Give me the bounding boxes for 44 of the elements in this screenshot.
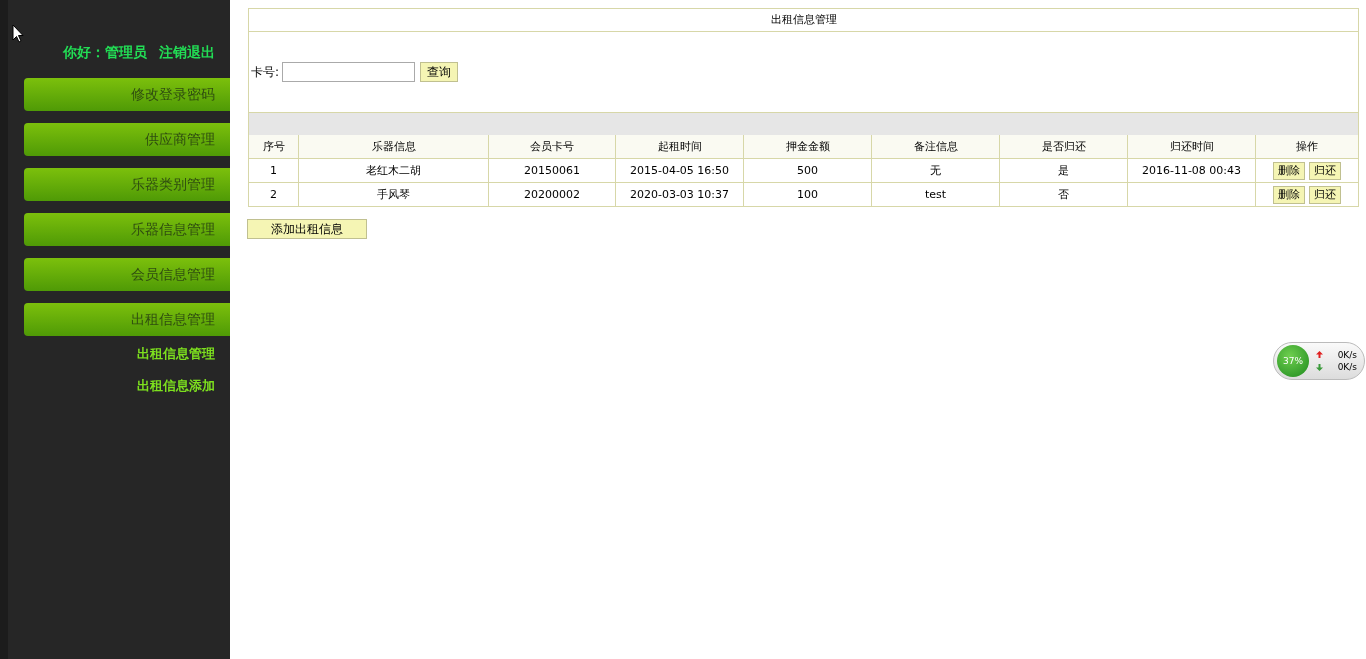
add-button[interactable]: 添加出租信息 — [247, 219, 367, 239]
logout-link[interactable]: 注销退出 — [159, 44, 215, 62]
submenu-link[interactable]: 出租信息管理 — [137, 345, 215, 363]
column-header: 备注信息 — [871, 135, 1000, 159]
table-cell: 500 — [743, 158, 872, 183]
menu-button[interactable]: 供应商管理 — [24, 123, 230, 156]
pointer-icon — [12, 24, 24, 43]
column-header: 乐器信息 — [298, 135, 489, 159]
menu-button[interactable]: 乐器类别管理 — [24, 168, 230, 201]
column-header: 起租时间 — [615, 135, 744, 159]
greeting-text: 你好：管理员 — [63, 44, 147, 62]
submenu-link[interactable]: 出租信息添加 — [137, 377, 215, 395]
download-speed: 0K/s — [1337, 362, 1357, 372]
action-button[interactable]: 删除 — [1273, 185, 1305, 204]
table-cell: 2 — [249, 182, 299, 206]
table-cell: 老红木二胡 — [298, 158, 489, 183]
table-cell: 是 — [999, 158, 1128, 183]
menu-button[interactable]: 乐器信息管理 — [24, 213, 230, 246]
search-button[interactable]: 查询 — [420, 62, 459, 82]
column-header: 操作 — [1255, 135, 1358, 159]
upload-speed: 0K/s — [1337, 350, 1357, 360]
table-cell: 20150061 — [488, 158, 616, 183]
column-header: 序号 — [249, 135, 299, 159]
table-cell: 2015-04-05 16:50 — [615, 158, 744, 183]
action-button[interactable]: 归还 — [1309, 161, 1341, 180]
column-header: 归还时间 — [1127, 135, 1256, 159]
column-header: 押金金额 — [743, 135, 872, 159]
table-cell: 1 — [249, 158, 299, 183]
column-header: 是否归还 — [999, 135, 1128, 159]
action-button[interactable]: 归还 — [1309, 185, 1341, 204]
download-arrow-icon — [1316, 364, 1323, 371]
table-cell: 无 — [871, 158, 1000, 183]
network-speed-widget[interactable]: 37% 0K/s 0K/s — [1273, 342, 1365, 380]
card-number-field[interactable] — [282, 62, 416, 82]
action-button[interactable]: 删除 — [1273, 161, 1305, 180]
menu-button[interactable]: 修改登录密码 — [24, 78, 230, 111]
table-cell: 2016-11-08 00:43 — [1127, 158, 1256, 183]
menu-button[interactable]: 出租信息管理 — [24, 303, 230, 336]
field-label: 卡号: — [251, 63, 280, 81]
panel-title: 出租信息管理 — [249, 9, 1358, 32]
column-header: 会员卡号 — [488, 135, 616, 159]
upload-arrow-icon — [1316, 351, 1323, 358]
menu-button[interactable]: 会员信息管理 — [24, 258, 230, 291]
percent-badge: 37% — [1277, 345, 1309, 377]
